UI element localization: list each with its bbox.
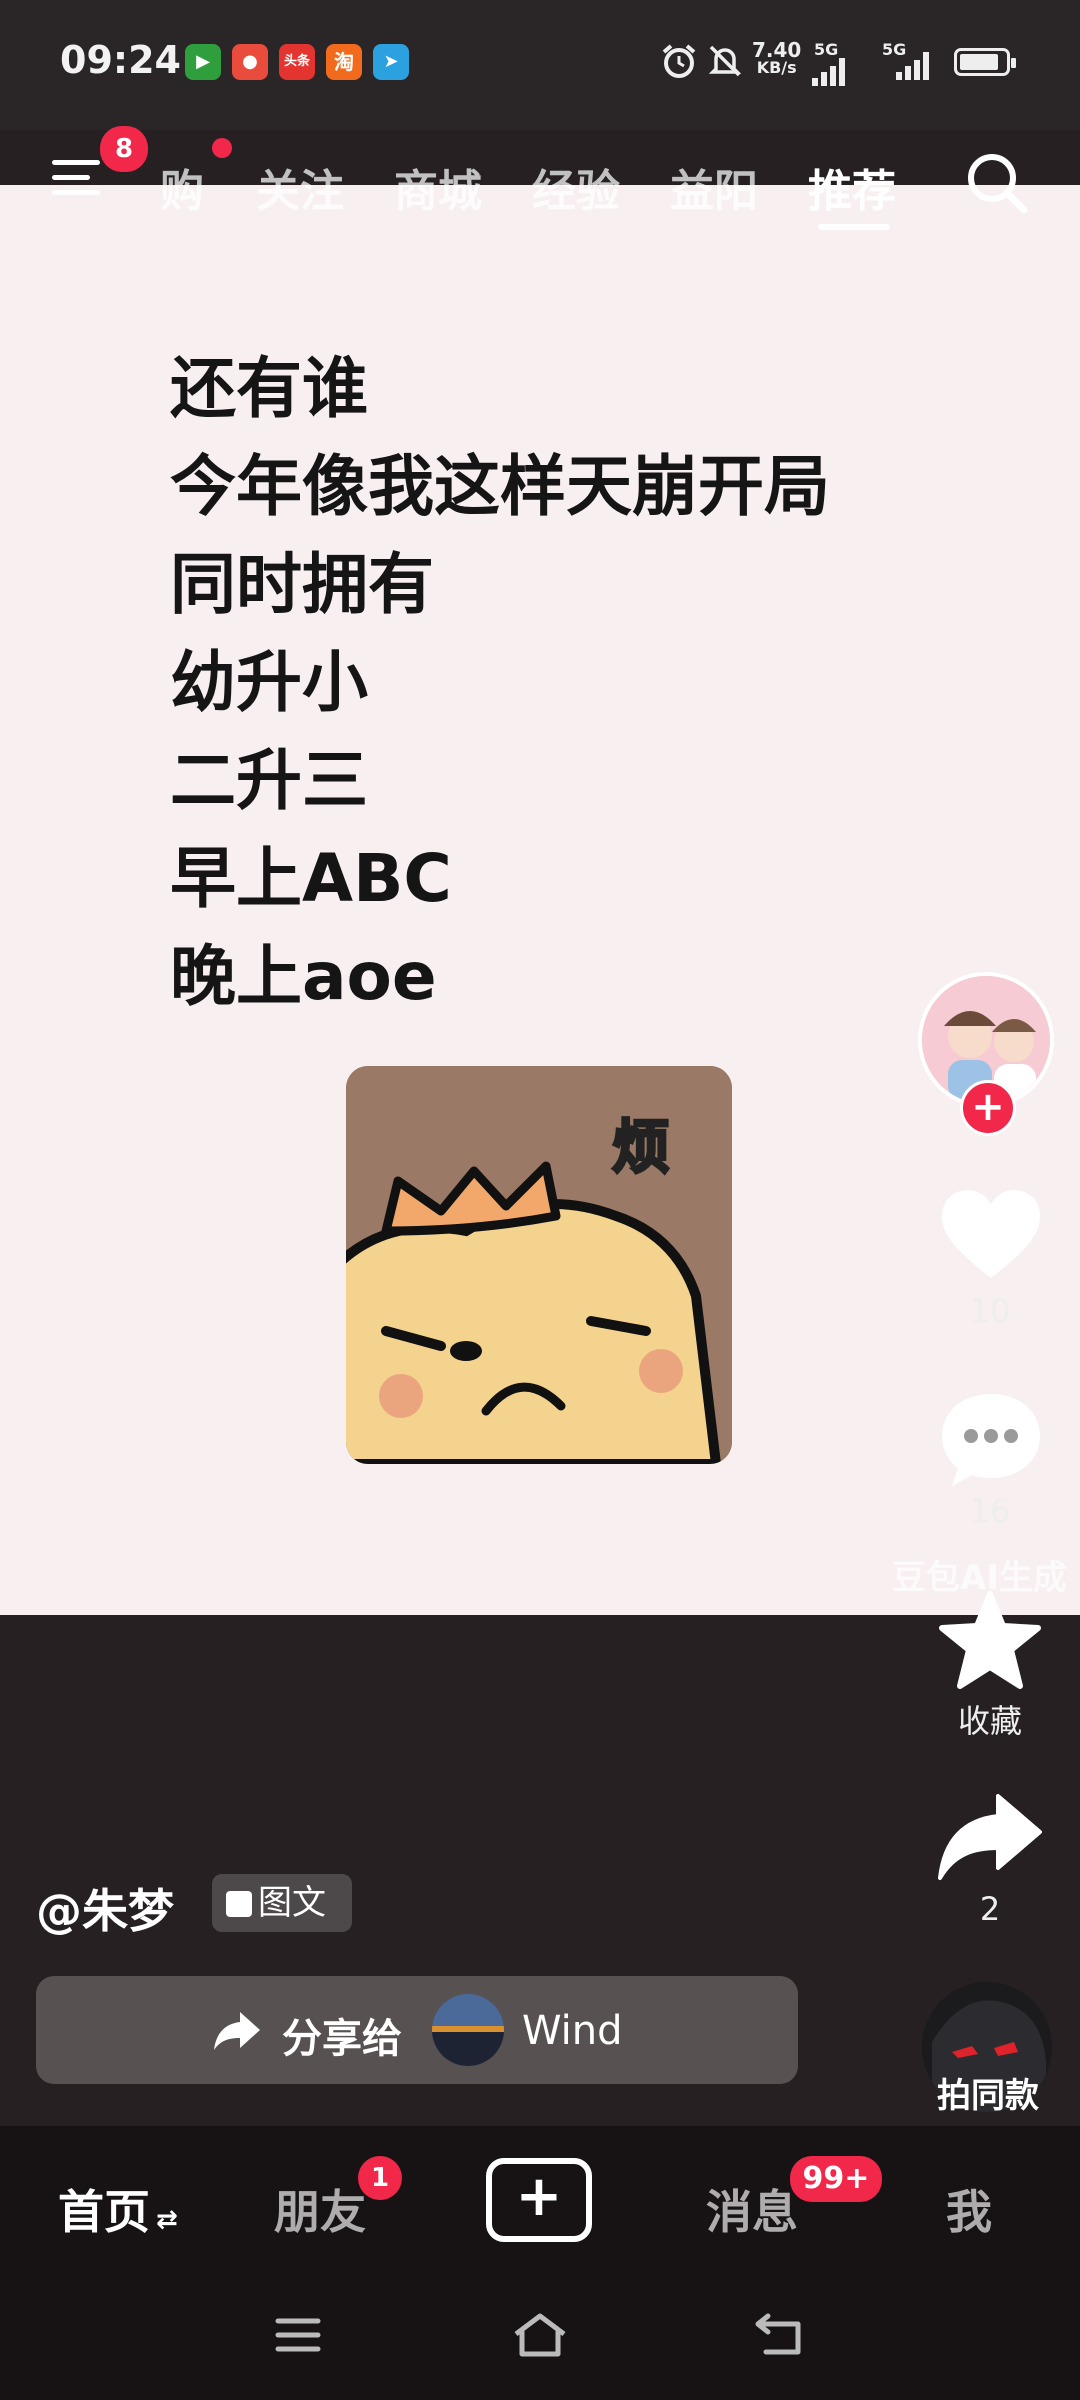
share-arrow-icon[interactable] [936, 1792, 1044, 1884]
signal1-icon [812, 52, 848, 86]
follow-plus-button[interactable]: + [960, 1080, 1016, 1136]
post-line: 早上ABC [170, 840, 452, 917]
image-text-icon [226, 1891, 252, 1917]
recent-apps-icon[interactable] [274, 2316, 322, 2354]
friends-badge: 1 [358, 2156, 402, 2200]
author-name[interactable]: @朱梦 [36, 1875, 174, 1941]
tab-home-label: 首页 [58, 2185, 150, 2239]
battery-icon [954, 48, 1016, 76]
post-text: 还有谁 今年像我这样天崩开局 同时拥有 幼升小 二升三 早上ABC 晚上aoe [170, 340, 830, 1026]
post-line: 晚上aoe [170, 938, 437, 1015]
comment-icon[interactable] [938, 1390, 1044, 1490]
back-icon[interactable] [754, 2310, 806, 2358]
post-line: 今年像我这样天崩开局 [170, 448, 830, 525]
taobao-icon: 淘 [326, 44, 362, 80]
bear-illustration [346, 1066, 732, 1464]
tab-dot-badge [212, 138, 232, 158]
post-type-tag: 图文 [212, 1874, 352, 1932]
tab-experience[interactable]: 经验 [532, 155, 620, 219]
video-app-icon: ▶ [185, 44, 221, 80]
status-time: 09:24 [60, 38, 181, 82]
share-forward-icon [212, 2010, 262, 2052]
same-style-label[interactable]: 拍同款 [926, 2068, 1050, 2117]
post-line: 同时拥有 [170, 546, 434, 623]
comment-count: 16 [969, 1492, 1011, 1530]
menu-icon[interactable] [52, 160, 100, 200]
search-icon[interactable] [962, 148, 1032, 218]
tab-friends[interactable]: 朋友 [274, 2176, 366, 2242]
recipient-name: Wind [522, 2008, 623, 2054]
speed-value: 7.40 [752, 38, 802, 62]
active-tab-underline [818, 224, 890, 230]
menu-badge: 8 [100, 126, 148, 172]
signal2-icon [896, 52, 932, 86]
post-line: 幼升小 [170, 644, 368, 721]
alarm-icon [660, 42, 698, 80]
tab-mall-partial[interactable]: 购 [160, 155, 204, 219]
app-icon-2: ● [232, 44, 268, 80]
home-icon[interactable] [510, 2310, 570, 2360]
post-line: 还有谁 [170, 350, 368, 427]
favorite-star-icon[interactable] [936, 1590, 1044, 1690]
favorite-label: 收藏 [957, 1702, 1022, 1740]
tab-messages[interactable]: 消息 [706, 2176, 798, 2242]
telegram-icon: ➤ [373, 44, 409, 80]
sticker-text: 烦 [610, 1112, 671, 1183]
tab-shop[interactable]: 商城 [394, 155, 482, 219]
speed-unit: KB/s [756, 58, 797, 77]
toutiao-icon: 头条 [279, 44, 315, 80]
tab-me[interactable]: 我 [946, 2176, 992, 2242]
share-to-bar[interactable] [36, 1976, 798, 2084]
network-speed: 7.40 KB/s [752, 40, 801, 76]
post-line: 二升三 [170, 742, 368, 819]
tab-follow[interactable]: 关注 [256, 155, 344, 219]
tab-yiyang[interactable]: 益阳 [670, 155, 758, 219]
messages-badge: 99+ [790, 2156, 882, 2202]
swap-arrows-icon: ⇄ [156, 2205, 178, 2235]
share-to-label: 分享给 [282, 2016, 402, 2062]
like-heart-icon[interactable] [938, 1188, 1044, 1284]
tab-recommend[interactable]: 推荐 [808, 155, 896, 219]
tab-home[interactable]: 首页 ⇄ [58, 2176, 178, 2242]
share-count: 2 [979, 1890, 1001, 1928]
post-type-label: 图文 [258, 1883, 326, 1923]
mute-icon [706, 42, 744, 80]
bear-sticker [346, 1066, 732, 1464]
like-count: 10 [969, 1292, 1011, 1330]
create-plus-button[interactable]: + [486, 2158, 592, 2242]
recipient-avatar [432, 1994, 504, 2066]
